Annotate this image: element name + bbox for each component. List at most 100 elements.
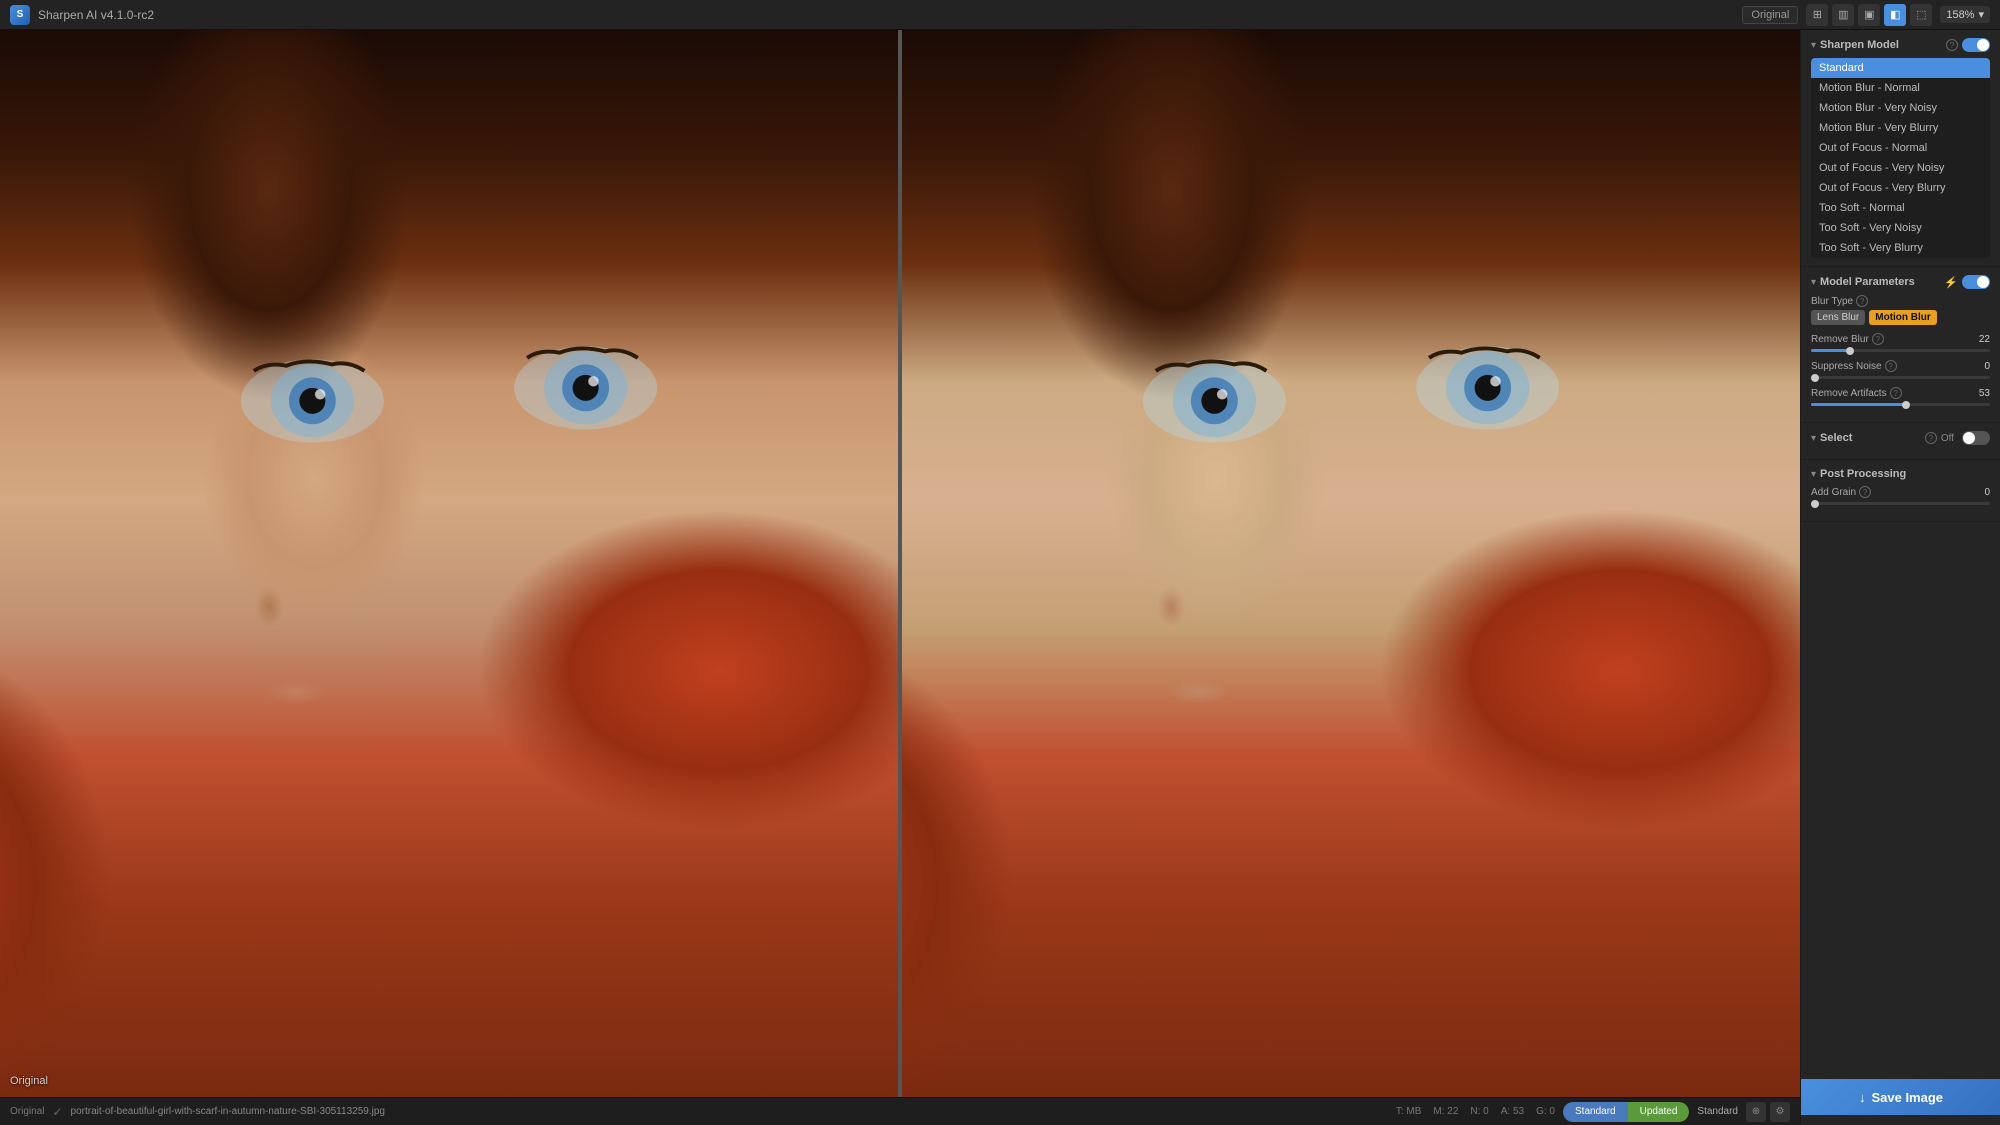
select-section: ▾ Select ? Off bbox=[1801, 423, 2000, 460]
model-item-too-soft-very-blurry[interactable]: Too Soft - Very Blurry bbox=[1811, 238, 1990, 258]
remove-blur-row: Remove Blur ? 22 bbox=[1811, 333, 1990, 352]
remove-artifacts-row: Remove Artifacts ? 53 bbox=[1811, 387, 1990, 406]
zoom-value: 158% bbox=[1946, 9, 1974, 21]
select-state: Off bbox=[1941, 433, 1954, 444]
mp-collapse-icon: ▾ bbox=[1811, 277, 1816, 288]
remove-artifacts-thumb[interactable] bbox=[1902, 401, 1910, 409]
stats-display: T: MB M: 22 N: 0 A: 53 G: 0 bbox=[1396, 1106, 1555, 1117]
app-title: Sharpen AI v4.1.0-rc2 bbox=[38, 8, 154, 22]
suppress-noise-value: 0 bbox=[1970, 361, 1990, 372]
remove-artifacts-slider[interactable] bbox=[1811, 403, 1990, 406]
model-item-out-of-focus-very-blurry[interactable]: Out of Focus - Very Blurry bbox=[1811, 178, 1990, 198]
sharpen-model-toggle[interactable] bbox=[1962, 38, 1990, 52]
model-display: Standard bbox=[1697, 1106, 1738, 1117]
blur-type-info-icon[interactable]: ? bbox=[1856, 295, 1868, 307]
app-logo: S bbox=[10, 5, 30, 25]
select-title: Select bbox=[1820, 432, 1921, 444]
model-item-motion-blur-normal[interactable]: Motion Blur - Normal bbox=[1811, 78, 1990, 98]
right-settings-panel: ▾ Sharpen Model ? Standard Motion Blur -… bbox=[1800, 30, 2000, 1125]
pp-collapse-icon: ▾ bbox=[1811, 469, 1816, 480]
add-grain-label: Add Grain ? bbox=[1811, 486, 1871, 498]
add-grain-slider[interactable] bbox=[1811, 502, 1990, 505]
center-column: Original bbox=[0, 30, 1800, 1125]
model-parameters-header: ▾ Model Parameters ⚡ bbox=[1811, 275, 1990, 289]
image-comparison-area: Original bbox=[0, 30, 1800, 1097]
split-divider[interactable] bbox=[899, 30, 902, 1097]
bottom-icon-settings[interactable]: ⚙ bbox=[1770, 1102, 1790, 1122]
suppress-noise-info-icon[interactable]: ? bbox=[1885, 360, 1897, 372]
content-area: Original bbox=[0, 30, 2000, 1125]
comparison-tabs: Standard Updated bbox=[1563, 1102, 1689, 1122]
t-mb-stat: T: MB bbox=[1396, 1106, 1422, 1117]
bottom-icon-group: ⊕ ⚙ bbox=[1746, 1102, 1790, 1122]
sharpen-model-header: ▾ Sharpen Model ? bbox=[1811, 38, 1990, 52]
sharpen-model-info-icon[interactable]: ? bbox=[1946, 39, 1958, 51]
suppress-noise-label: Suppress Noise ? bbox=[1811, 360, 1897, 372]
top-bar: S Sharpen AI v4.1.0-rc2 Original ⊞ ▥ ▣ ◧… bbox=[0, 0, 2000, 30]
file-path: portrait-of-beautiful-girl-with-scarf-in… bbox=[71, 1106, 1388, 1117]
remove-artifacts-value: 53 bbox=[1970, 388, 1990, 399]
m-value-stat: M: 22 bbox=[1433, 1106, 1458, 1117]
select-header: ▾ Select ? Off bbox=[1811, 431, 1990, 445]
add-grain-info-icon[interactable]: ? bbox=[1859, 486, 1871, 498]
blur-type-options: Lens Blur Motion Blur bbox=[1811, 310, 1990, 325]
save-button-label: Save Image bbox=[1871, 1090, 1943, 1105]
remove-blur-label: Remove Blur ? bbox=[1811, 333, 1884, 345]
remove-blur-thumb[interactable] bbox=[1846, 347, 1854, 355]
model-dropdown-list: Standard Motion Blur - Normal Motion Blu… bbox=[1811, 58, 1990, 258]
post-processing-header: ▾ Post Processing bbox=[1811, 468, 1990, 480]
save-image-button[interactable]: ↓ Save Image bbox=[1801, 1079, 2000, 1115]
suppress-noise-row: Suppress Noise ? 0 bbox=[1811, 360, 1990, 379]
select-collapse-icon: ▾ bbox=[1811, 433, 1816, 444]
model-item-motion-blur-very-noisy[interactable]: Motion Blur - Very Noisy bbox=[1811, 98, 1990, 118]
model-item-too-soft-normal[interactable]: Too Soft - Normal bbox=[1811, 198, 1990, 218]
model-item-motion-blur-very-blurry[interactable]: Motion Blur - Very Blurry bbox=[1811, 118, 1990, 138]
remove-blur-slider[interactable] bbox=[1811, 349, 1990, 352]
original-status: Original bbox=[10, 1106, 44, 1117]
zoom-display[interactable]: 158% ▾ bbox=[1940, 6, 1990, 23]
add-grain-thumb[interactable] bbox=[1811, 500, 1819, 508]
suppress-noise-thumb[interactable] bbox=[1811, 374, 1819, 382]
bottom-icon-copy[interactable]: ⊕ bbox=[1746, 1102, 1766, 1122]
remove-blur-info-icon[interactable]: ? bbox=[1872, 333, 1884, 345]
model-params-toggle[interactable] bbox=[1962, 275, 1990, 289]
model-parameters-title: Model Parameters bbox=[1820, 276, 1940, 288]
blur-type-row: Blur Type ? Lens Blur Motion Blur bbox=[1811, 295, 1990, 325]
remove-artifacts-fill bbox=[1811, 403, 1906, 406]
post-processing-title: Post Processing bbox=[1820, 468, 1990, 480]
view-grid-button[interactable]: ⊞ bbox=[1806, 4, 1828, 26]
model-item-out-of-focus-normal[interactable]: Out of Focus - Normal bbox=[1811, 138, 1990, 158]
remove-artifacts-info-icon[interactable]: ? bbox=[1890, 387, 1902, 399]
view-compare-button[interactable]: ⬚ bbox=[1910, 4, 1932, 26]
view-side-by-side-button[interactable]: ▣ bbox=[1858, 4, 1880, 26]
n-value-stat: N: 0 bbox=[1470, 1106, 1488, 1117]
view-split-button[interactable]: ▥ bbox=[1832, 4, 1854, 26]
add-grain-row: Add Grain ? 0 bbox=[1811, 486, 1990, 505]
updated-tab[interactable]: Updated bbox=[1628, 1102, 1690, 1122]
standard-tab[interactable]: Standard bbox=[1563, 1102, 1628, 1122]
suppress-noise-slider[interactable] bbox=[1811, 376, 1990, 379]
model-item-out-of-focus-very-noisy[interactable]: Out of Focus - Very Noisy bbox=[1811, 158, 1990, 178]
zoom-arrow-icon: ▾ bbox=[1978, 8, 1984, 21]
motion-blur-tag[interactable]: Motion Blur bbox=[1869, 310, 1937, 325]
original-view-button[interactable]: Original bbox=[1742, 6, 1798, 24]
sharpen-model-section: ▾ Sharpen Model ? Standard Motion Blur -… bbox=[1801, 30, 2000, 267]
g-value-stat: G: 0 bbox=[1536, 1106, 1555, 1117]
select-info-icon[interactable]: ? bbox=[1925, 432, 1937, 444]
lightning-icon: ⚡ bbox=[1944, 276, 1958, 289]
remove-blur-value: 22 bbox=[1970, 334, 1990, 345]
model-item-too-soft-very-noisy[interactable]: Too Soft - Very Noisy bbox=[1811, 218, 1990, 238]
processed-image-panel bbox=[902, 30, 1800, 1097]
view-single-button[interactable]: ◧ bbox=[1884, 4, 1906, 26]
original-image-panel: Original bbox=[0, 30, 899, 1097]
lens-blur-tag[interactable]: Lens Blur bbox=[1811, 310, 1865, 325]
a-value-stat: A: 53 bbox=[1501, 1106, 1524, 1117]
post-processing-section: ▾ Post Processing Add Grain ? 0 bbox=[1801, 460, 2000, 522]
select-toggle[interactable] bbox=[1962, 431, 1990, 445]
save-icon: ↓ bbox=[1859, 1090, 1866, 1105]
collapse-icon: ▾ bbox=[1811, 40, 1816, 51]
blur-type-label: Blur Type ? bbox=[1811, 295, 1868, 307]
model-parameters-section: ▾ Model Parameters ⚡ Blur Type ? Lens Bl… bbox=[1801, 267, 2000, 423]
model-item-standard[interactable]: Standard bbox=[1811, 58, 1990, 78]
add-grain-value: 0 bbox=[1970, 487, 1990, 498]
